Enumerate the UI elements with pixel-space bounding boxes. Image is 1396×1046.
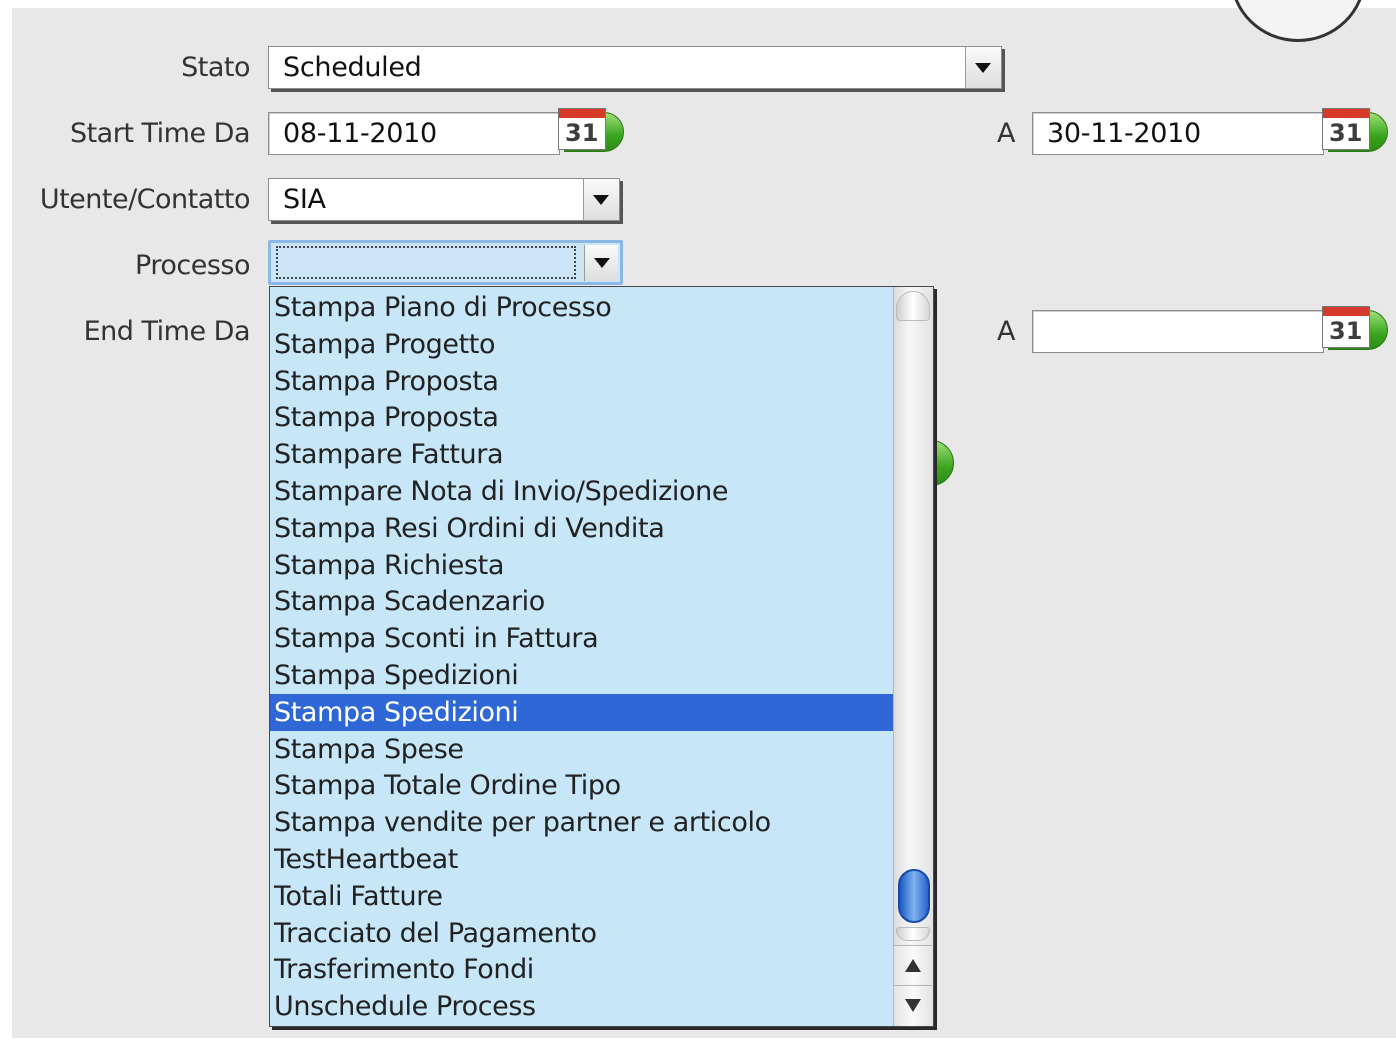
chevron-down-icon: [593, 195, 609, 205]
chevron-down-icon: [594, 258, 610, 268]
start-time-to-input[interactable]: 30-11-2010: [1032, 112, 1324, 155]
end-time-to-label: A: [997, 316, 1015, 347]
stato-value: Scheduled: [283, 52, 422, 83]
list-item[interactable]: Stampa Spese: [270, 731, 896, 768]
scrollbar-top-cap: [896, 291, 930, 321]
list-item[interactable]: Stampare Nota di Invio/Spedizione: [270, 473, 896, 510]
list-item[interactable]: Stampa vendite per partner e articolo: [270, 804, 896, 841]
list-item[interactable]: Tracciato del Pagamento: [270, 915, 896, 952]
list-item[interactable]: Stampa Resi Ordini di Vendita: [270, 510, 896, 547]
start-time-from-input[interactable]: 08-11-2010: [268, 112, 560, 155]
list-item[interactable]: Stampa Totale Ordine Tipo: [270, 767, 896, 804]
utente-dropdown-button[interactable]: [583, 179, 619, 220]
list-item[interactable]: Stampa Proposta: [270, 363, 896, 400]
list-item[interactable]: Stampa Spedizioni: [270, 693, 896, 731]
end-time-label: End Time Da: [83, 316, 251, 347]
list-item[interactable]: Stampa Proposta: [270, 399, 896, 436]
chevron-down-icon: [975, 63, 991, 73]
scrollbar-thumb[interactable]: [898, 869, 930, 923]
list-item[interactable]: Unschedule Process: [270, 988, 896, 1025]
calendar-icon[interactable]: 31: [558, 108, 624, 154]
list-item[interactable]: Stampa Progetto: [270, 326, 896, 363]
list-item[interactable]: TestHeartbeat: [270, 841, 896, 878]
processo-label: Processo: [135, 250, 250, 281]
processo-select[interactable]: [268, 240, 623, 285]
utente-select[interactable]: SIA: [268, 178, 620, 221]
processo-dropdown-button[interactable]: [584, 245, 618, 281]
list-item[interactable]: Trasferimento Fondi: [270, 951, 896, 988]
list-item[interactable]: Stampa Piano di Processo: [270, 289, 896, 326]
processo-focus-ring: [276, 246, 576, 279]
list-item[interactable]: Stampa Sconti in Fattura: [270, 620, 896, 657]
list-item[interactable]: Stampa Scadenzario: [270, 583, 896, 620]
scrollbar[interactable]: [893, 287, 933, 1026]
scroll-down-button[interactable]: [894, 985, 932, 1025]
arrow-up-icon: [905, 959, 921, 972]
list-item[interactable]: Stampare Fattura: [270, 436, 896, 473]
stato-select[interactable]: Scheduled: [268, 46, 1002, 89]
scrollbar-bottom-cap: [896, 927, 930, 941]
stato-dropdown-button[interactable]: [965, 47, 1001, 88]
list-item[interactable]: Totali Fatture: [270, 878, 896, 915]
processo-dropdown-list[interactable]: Stampa Piano di Processo Stampa Progetto S…: [269, 286, 934, 1027]
list-item[interactable]: Stampa Spedizioni: [270, 657, 896, 694]
end-time-to-input[interactable]: [1032, 310, 1324, 353]
utente-value: SIA: [283, 184, 326, 215]
scroll-up-button[interactable]: [894, 945, 932, 985]
calendar-icon[interactable]: 31: [1322, 306, 1388, 352]
calendar-icon[interactable]: 31: [1322, 108, 1388, 154]
start-time-to-label: A: [997, 118, 1015, 149]
start-time-label: Start Time Da: [69, 118, 251, 149]
arrow-down-icon: [905, 999, 921, 1012]
utente-label: Utente/Contatto: [39, 184, 251, 215]
list-item[interactable]: Stampa Richiesta: [270, 547, 896, 584]
stato-label: Stato: [181, 52, 250, 83]
